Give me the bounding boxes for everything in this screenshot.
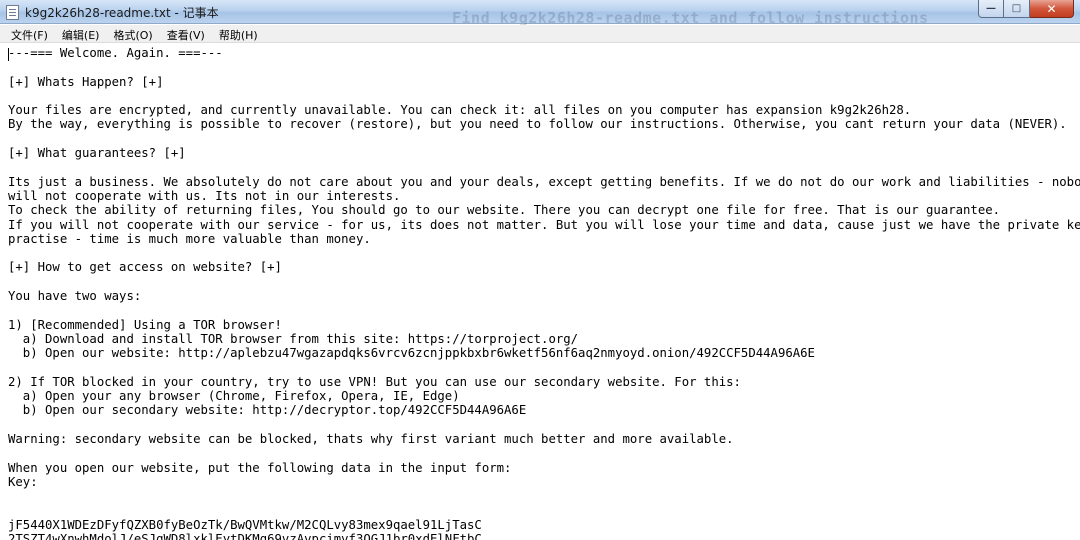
text-line (8, 489, 1080, 503)
text-line (8, 132, 1080, 146)
text-line: [+] How to get access on website? [+] (8, 260, 282, 275)
minimize-icon: — (986, 3, 996, 14)
close-button[interactable]: ✕ (1030, 0, 1074, 18)
text-line (8, 160, 1080, 174)
menu-bar: 文件(F) 编辑(E) 格式(O) 查看(V) 帮助(H) (0, 25, 1080, 43)
text-line: Your files are encrypted, and currently … (8, 103, 912, 118)
text-line: You have two ways: (8, 289, 142, 304)
text-line: Warning: secondary website can be blocke… (8, 432, 734, 447)
text-line: a) Open your any browser (Chrome, Firefo… (8, 389, 460, 404)
text-line: Its just a business. We absolutely do no… (8, 174, 1080, 189)
text-line (8, 246, 1080, 260)
text-caret (8, 48, 9, 61)
menu-view[interactable]: 查看(V) (160, 25, 212, 43)
window-controls: — □ ✕ (978, 0, 1074, 18)
text-line: practise - time is much more valuable th… (8, 231, 371, 246)
text-line: Key: (8, 474, 38, 489)
text-line: [+] What guarantees? [+] (8, 146, 186, 161)
notepad-icon (6, 5, 19, 20)
text-line: By the way, everything is possible to re… (8, 117, 1067, 132)
text-line: [+] Whats Happen? [+] (8, 74, 164, 89)
text-line: ---=== Welcome. Again. ===--- (8, 46, 223, 60)
text-line: jF5440X1WDEzDFyfQZXB0fyBeOzTk/BwQVMtkw/M… (8, 517, 482, 532)
text-line: 1) [Recommended] Using a TOR browser! (8, 317, 282, 332)
menu-help[interactable]: 帮助(H) (212, 25, 265, 43)
text-line (8, 446, 1080, 460)
menu-edit[interactable]: 编辑(E) (55, 25, 107, 43)
maximize-button[interactable]: □ (1004, 0, 1030, 18)
text-line: b) Open our secondary website: http://de… (8, 403, 527, 418)
text-line: To check the ability of returning files,… (8, 203, 1001, 218)
close-icon: ✕ (1046, 1, 1057, 16)
text-line (8, 504, 1080, 518)
menu-file[interactable]: 文件(F) (4, 25, 55, 43)
text-line (8, 303, 1080, 317)
text-line (8, 60, 1080, 74)
text-line (8, 361, 1080, 375)
text-line (8, 418, 1080, 432)
title-bar[interactable]: k9g2k26h28-readme.txt - 记事本 Find k9g2k26… (0, 0, 1080, 27)
maximize-icon: □ (1011, 3, 1022, 14)
notepad-window: k9g2k26h28-readme.txt - 记事本 Find k9g2k26… (0, 0, 1080, 540)
menu-format[interactable]: 格式(O) (106, 25, 159, 43)
text-line: 2) If TOR blocked in your country, try t… (8, 374, 741, 389)
text-editor-area[interactable]: ---=== Welcome. Again. ===--- [+] Whats H… (0, 43, 1080, 540)
text-line (8, 89, 1080, 103)
text-line: will not cooperate with us. Its not in o… (8, 188, 401, 203)
text-line: When you open our website, put the follo… (8, 460, 512, 475)
text-line: 2TSZT4wXnwhMdolJ/eSJgWD8lxklEytDKMg69vzA… (8, 532, 482, 540)
text-line: If you will not cooperate with our servi… (8, 217, 1080, 232)
text-line: a) Download and install TOR browser from… (8, 331, 579, 346)
minimize-button[interactable]: — (978, 0, 1004, 18)
window-title: k9g2k26h28-readme.txt - 记事本 (25, 6, 219, 20)
text-line: b) Open our website: http://aplebzu47wga… (8, 346, 815, 361)
text-line (8, 275, 1080, 289)
